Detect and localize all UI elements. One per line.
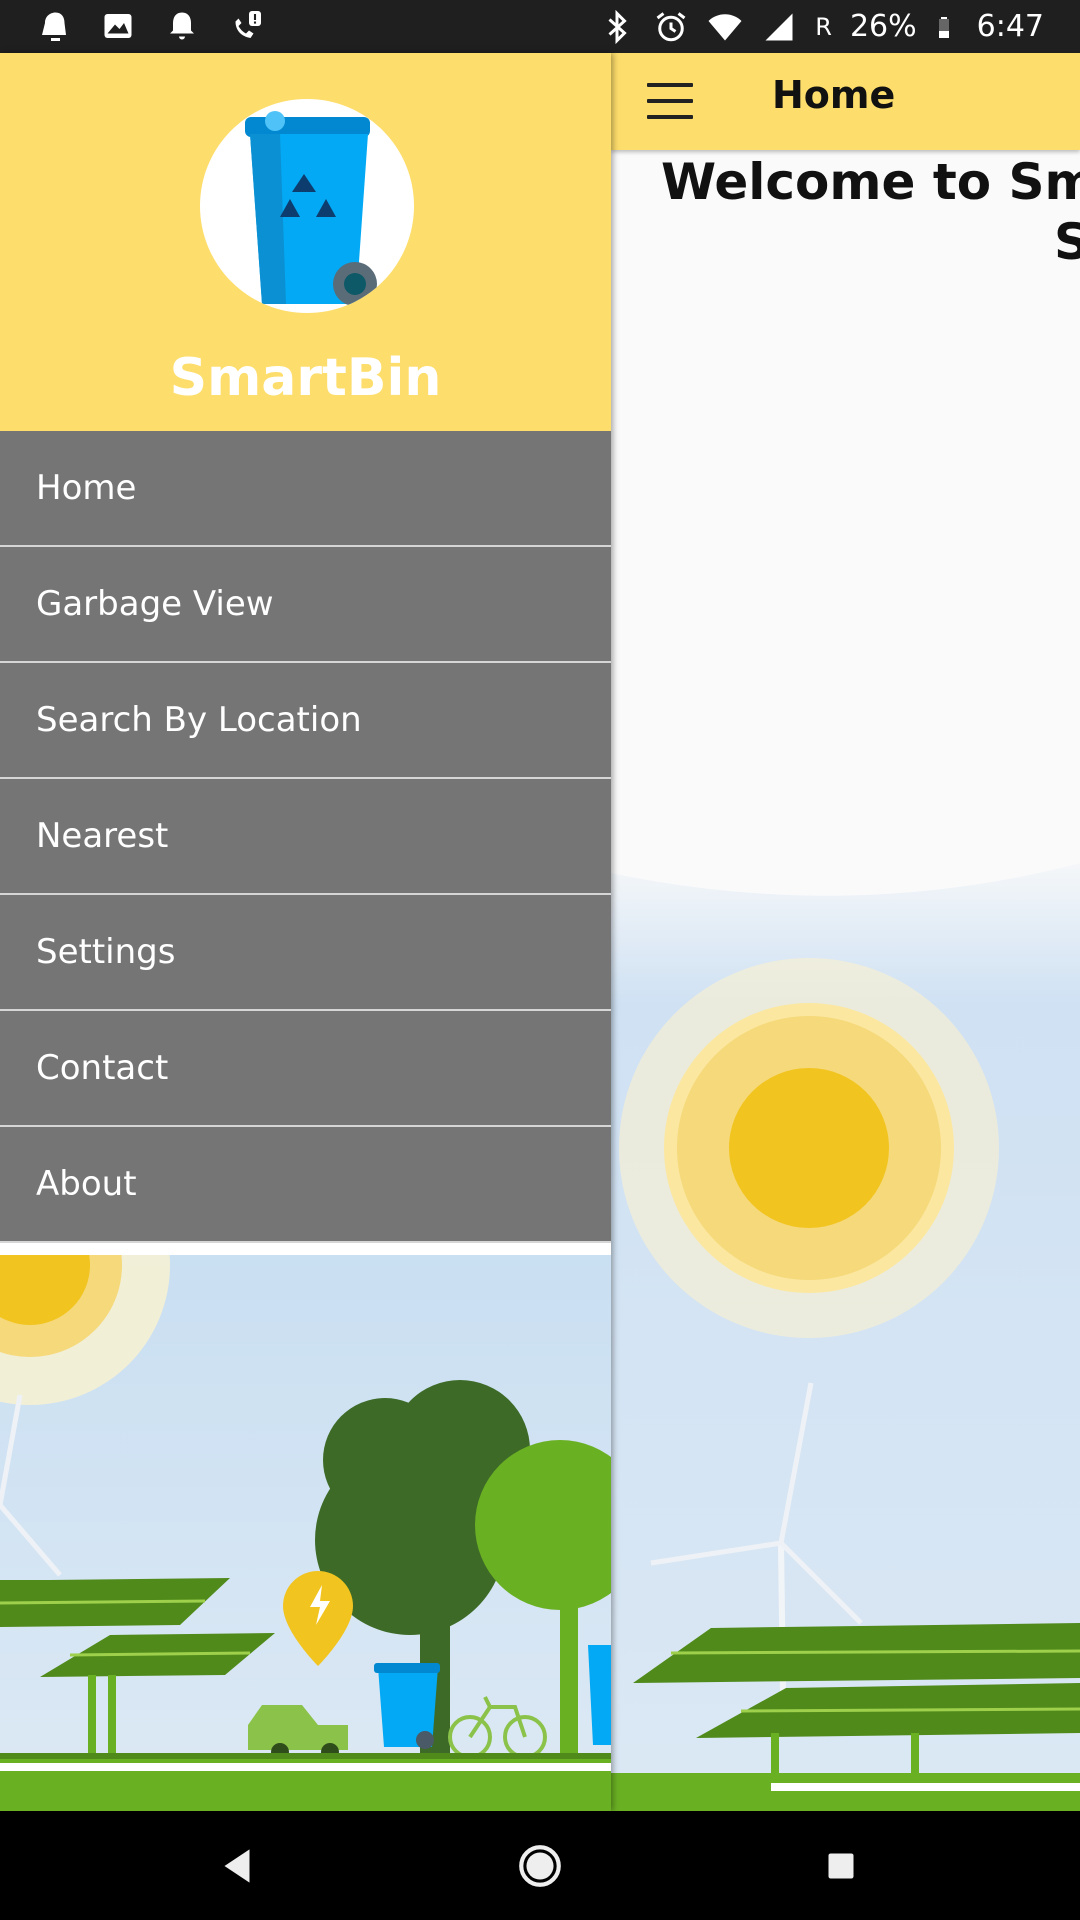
back-icon[interactable] bbox=[212, 1841, 262, 1891]
signal-icon bbox=[765, 13, 793, 41]
alarm-icon bbox=[656, 12, 686, 42]
bell-icon bbox=[170, 12, 194, 40]
smartbin-logo bbox=[200, 99, 414, 313]
navigation-drawer: SmartBin Home Garbage View Search By Loc… bbox=[0, 53, 611, 1811]
app-name: SmartBin bbox=[169, 348, 442, 408]
battery-icon bbox=[938, 17, 949, 38]
app-bar: Home bbox=[611, 53, 1080, 150]
roaming-indicator: R bbox=[815, 13, 832, 41]
wifi-icon bbox=[708, 14, 742, 41]
drawer-header: SmartBin bbox=[0, 53, 611, 431]
eco-city-illustration bbox=[611, 863, 1080, 1811]
menu-icon[interactable] bbox=[647, 83, 693, 119]
welcome-heading: Welcome to Smar bbox=[661, 153, 1080, 211]
recents-icon[interactable] bbox=[816, 1841, 866, 1891]
call-alert-icon bbox=[235, 11, 261, 38]
status-bar: R 26% 6:47 bbox=[0, 0, 1080, 53]
menu-item-nearest[interactable]: Nearest bbox=[0, 779, 611, 895]
image-icon bbox=[104, 14, 132, 38]
system-navigation-bar bbox=[0, 1811, 1080, 1920]
recycle-bin-icon bbox=[245, 111, 377, 306]
screen: R 26% 6:47 Home Welcome to Smar S bbox=[0, 0, 1080, 1920]
menu-item-home[interactable]: Home bbox=[0, 431, 611, 547]
clock: 6:47 bbox=[976, 9, 1044, 44]
menu-item-settings[interactable]: Settings bbox=[0, 895, 611, 1011]
page-title: Home bbox=[772, 73, 896, 117]
drawer-eco-illustration bbox=[0, 1255, 611, 1811]
battery-percent: 26% bbox=[849, 9, 917, 44]
home-icon[interactable] bbox=[515, 1841, 565, 1891]
menu-item-search-by-location[interactable]: Search By Location bbox=[0, 663, 611, 779]
main-content: Home Welcome to Smar S bbox=[611, 53, 1080, 1811]
bluetooth-icon bbox=[608, 9, 627, 45]
menu-item-garbage-view[interactable]: Garbage View bbox=[0, 547, 611, 663]
menu-item-about[interactable]: About bbox=[0, 1127, 611, 1243]
menu-item-contact[interactable]: Contact bbox=[0, 1011, 611, 1127]
notification-bell-icon bbox=[42, 12, 66, 41]
welcome-heading-continued: S bbox=[1054, 213, 1080, 271]
drawer-menu: Home Garbage View Search By Location Nea… bbox=[0, 431, 611, 1243]
